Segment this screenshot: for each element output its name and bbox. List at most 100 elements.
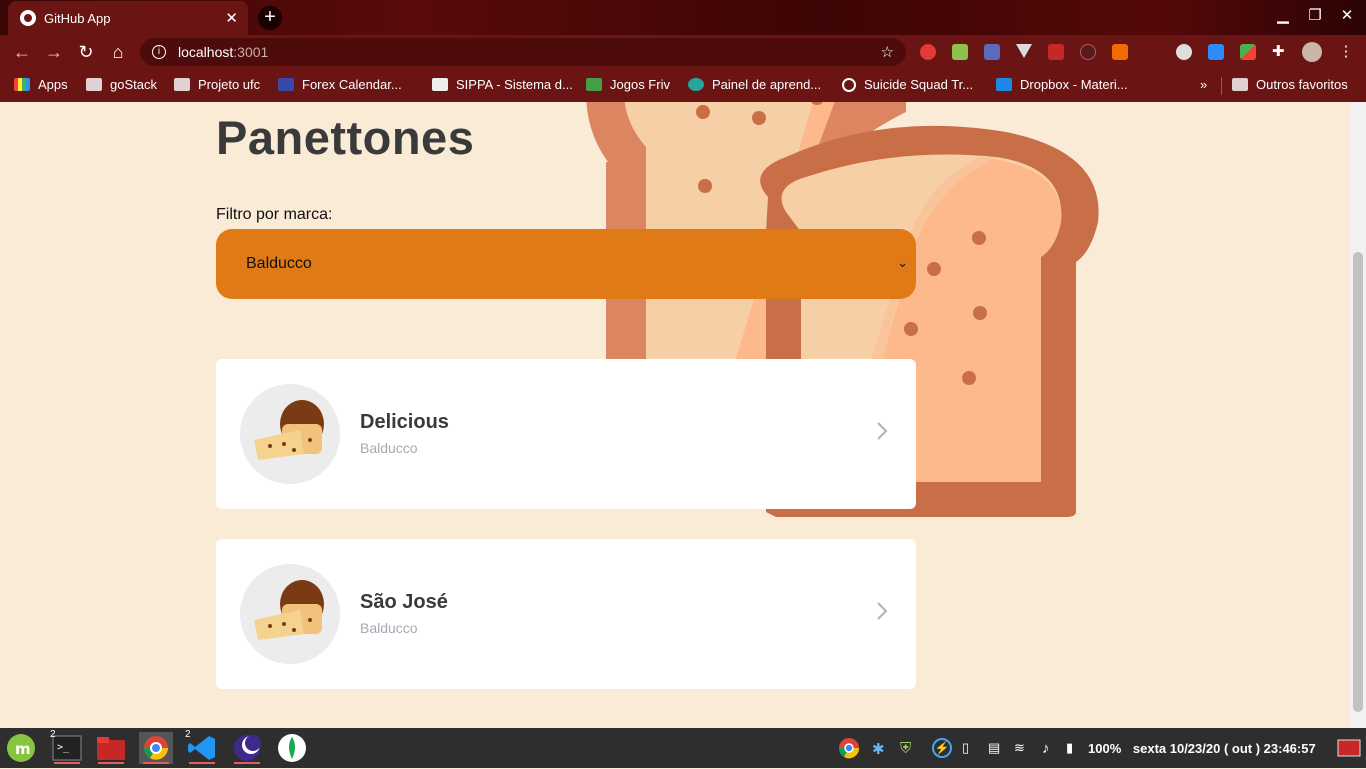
browser-tab[interactable]: GitHub App ✕ (8, 1, 248, 35)
mint-menu-icon[interactable]: m (4, 732, 38, 764)
url-host: localhost (178, 44, 234, 60)
minimize-icon[interactable]: ▁ (1272, 6, 1294, 24)
battery-percent: 100% (1088, 741, 1122, 756)
bookmark-other-favorites[interactable]: Outros favoritos (1232, 77, 1348, 92)
browser-toolbar: ← → ↻ ⌂ i localhost:3001 ☆ (0, 35, 1366, 69)
dropbox-icon (996, 78, 1012, 91)
close-window-icon[interactable]: ✕ (1336, 6, 1358, 24)
globe-icon (20, 10, 36, 26)
bookmark-suicide-squad[interactable]: Suicide Squad Tr... (842, 77, 973, 92)
bookmark-apps[interactable]: Apps (14, 77, 68, 92)
vscode-icon[interactable]: 2 (185, 729, 219, 764)
running-indicator (189, 762, 215, 764)
eclipse-icon[interactable] (230, 732, 264, 764)
chrome-tray-icon[interactable] (832, 732, 866, 764)
chevron-down-icon: ⌄ (897, 255, 908, 270)
home-icon[interactable]: ⌂ (104, 38, 132, 66)
info-icon[interactable]: i (152, 45, 166, 59)
sound-icon[interactable]: ♪ (1042, 740, 1050, 757)
adblock-extension-icon[interactable] (920, 44, 936, 60)
chevron-right-icon (877, 602, 888, 620)
scrollbar-thumb[interactable] (1353, 252, 1363, 712)
datetime: sexta 10/23/20 ( out ) 23:46:57 (1132, 741, 1316, 756)
bookmark-star-icon[interactable]: ☆ (881, 43, 894, 61)
painel-icon (688, 78, 704, 91)
shield-icon[interactable]: ⛨ (900, 740, 911, 757)
more-bookmarks-button[interactable]: » (1200, 77, 1207, 92)
vue-devtools-icon[interactable] (1016, 44, 1032, 58)
bookmark-label: Projeto ufc (198, 77, 261, 92)
page-title: Panettones (216, 111, 475, 164)
running-indicator (143, 762, 169, 764)
folder-icon (86, 78, 102, 91)
sync-extension-icon[interactable] (1176, 44, 1192, 60)
ghost-extension-icon[interactable] (1080, 44, 1096, 60)
product-name: São José (360, 591, 448, 613)
bookmark-label: Outros favoritos (1256, 77, 1348, 92)
product-name: Delicious (360, 411, 449, 433)
product-brand: Balducco (360, 620, 418, 636)
bookmark-label: Jogos Friv (610, 77, 670, 92)
mail-extension-icon[interactable] (952, 44, 968, 60)
bookmark-label: Suicide Squad Tr... (864, 77, 974, 92)
folder-icon (1232, 78, 1248, 91)
terminal-badge: 2 (50, 729, 56, 740)
filter-label: Filtro por marca: (216, 206, 333, 223)
svg-text:m: m (15, 740, 31, 758)
bookmark-label: Painel de aprend... (712, 77, 822, 92)
wifi-icon[interactable]: ≋ (1014, 740, 1025, 756)
tab-strip: GitHub App ✕ + ▁ ❐ ✕ (0, 0, 1366, 35)
tab-title: GitHub App (44, 10, 111, 26)
bookmark-painel[interactable]: Painel de aprend... (688, 77, 821, 92)
avatar[interactable] (1302, 42, 1322, 62)
menu-kebab-icon[interactable]: ⋮ (1338, 44, 1354, 60)
grid-extension-icon[interactable] (984, 44, 1000, 60)
bookmark-dropbox[interactable]: Dropbox - Materi... (996, 77, 1128, 92)
show-desktop-icon[interactable] (1336, 732, 1362, 764)
bookmark-label: SIPPA - Sistema d... (456, 77, 573, 92)
bookmark-projeto-ufc[interactable]: Projeto ufc (174, 77, 260, 92)
new-tab-button[interactable]: + (258, 6, 282, 30)
bookmark-jogos-friv[interactable]: Jogos Friv (586, 77, 670, 92)
product-brand: Balducco (360, 440, 418, 456)
restore-icon[interactable]: ❐ (1304, 6, 1326, 24)
product-card[interactable]: São José Balducco (216, 539, 916, 689)
mongodb-compass-icon[interactable] (275, 732, 309, 764)
clipboard-icon[interactable]: ▯ (962, 740, 969, 756)
running-indicator (98, 762, 124, 764)
bluetooth-icon[interactable]: ✱ (872, 740, 885, 758)
apps-grid-icon (14, 78, 30, 91)
bookmarks-bar: Apps goStack Projeto ufc Forex Calendar.… (0, 69, 1366, 102)
person-extension-icon[interactable] (1112, 44, 1128, 60)
printer-icon[interactable]: ▤ (988, 740, 1000, 756)
color-extension-icon[interactable] (1240, 44, 1256, 60)
chevron-right-icon (877, 422, 888, 440)
bookmark-sippa[interactable]: SIPPA - Sistema d... (432, 77, 573, 92)
chrome-icon[interactable] (139, 732, 173, 764)
zoom-extension-icon[interactable] (1208, 44, 1224, 60)
updates-icon[interactable]: ⚡ (932, 738, 952, 758)
terminal-icon[interactable]: >_ 2 (50, 729, 84, 764)
bookmark-forex[interactable]: Forex Calendar... (278, 77, 402, 92)
address-bar[interactable]: i localhost:3001 ☆ (140, 38, 906, 66)
back-icon[interactable]: ← (8, 38, 36, 66)
selected-brand: Balducco (246, 255, 312, 272)
bookmark-label: Forex Calendar... (302, 77, 402, 92)
system-clock[interactable]: 100% sexta 10/23/20 ( out ) 23:46:57 (1088, 741, 1316, 756)
extensions-icon[interactable]: ✚ (1272, 44, 1288, 60)
product-card[interactable]: Delicious Balducco (216, 359, 916, 509)
close-tab-icon[interactable]: ✕ (225, 9, 238, 27)
bookmark-gostack[interactable]: goStack (86, 77, 157, 92)
friv-icon (586, 78, 602, 91)
running-indicator (54, 762, 80, 764)
bookmark-label: Dropbox - Materi... (1020, 77, 1128, 92)
os-taskbar: m >_ 2 2 ✱ ⛨ ⚡ ▯ ▤ ≋ ♪ ▮ 100% sexta 10/2… (0, 728, 1366, 768)
forward-icon[interactable]: → (40, 38, 68, 66)
battery-icon[interactable]: ▮ (1066, 740, 1073, 756)
files-icon[interactable] (94, 732, 128, 764)
brand-filter-select[interactable]: Balducco ⌄ (216, 229, 916, 299)
puzzle-extension-icon[interactable] (1048, 44, 1064, 60)
page-scrollbar[interactable] (1350, 102, 1366, 728)
page-viewport: Panettones Filtro por marca: Balducco ⌄ … (0, 102, 1350, 728)
reload-icon[interactable]: ↻ (72, 38, 100, 66)
